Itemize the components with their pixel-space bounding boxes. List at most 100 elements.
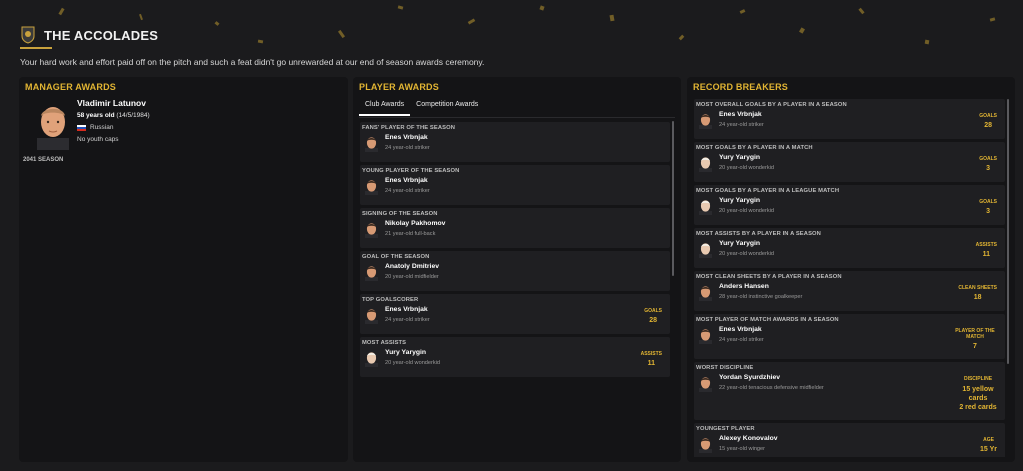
page-header: THE ACCOLADES [20, 26, 158, 44]
award-card: MOST CLEAN SHEETS BY A PLAYER IN A SEASO… [694, 271, 1005, 311]
player-description: 24 year-old striker [719, 122, 764, 128]
stat-value: 28 [984, 122, 992, 129]
stat-block: GOALS 3 [979, 199, 997, 216]
player-avatar[interactable] [698, 284, 713, 301]
tab-club-awards[interactable]: Club Awards [359, 98, 411, 116]
award-title: YOUNGEST PLAYER [696, 426, 755, 432]
tab-competition-awards[interactable]: Competition Awards [410, 98, 484, 116]
record-breakers-list: MOST OVERALL GOALS BY A PLAYER IN A SEAS… [694, 99, 1005, 457]
player-awards-title: PLAYER AWARDS [359, 82, 439, 92]
player-name[interactable]: Anders Hansen [719, 283, 802, 290]
player-description: 21 year-old full-back [385, 231, 436, 237]
award-title: SIGNING OF THE SEASON [362, 211, 438, 217]
player-name[interactable]: Enes Vrbnjak [385, 306, 430, 313]
player-avatar[interactable] [698, 375, 713, 392]
player-name[interactable]: Yury Yarygin [385, 349, 440, 356]
award-card: MOST GOALS BY A PLAYER IN A LEAGUE MATCH… [694, 185, 1005, 225]
award-card: MOST OVERALL GOALS BY A PLAYER IN A SEAS… [694, 99, 1005, 139]
player-description: 24 year-old striker [385, 145, 430, 151]
stat-value: 11 [647, 360, 655, 367]
award-title: WORST DISCIPLINE [696, 365, 754, 371]
stat-label: GOALS [979, 199, 997, 205]
record-breakers-scrollbar[interactable] [1007, 99, 1009, 364]
player-description: 24 year-old striker [385, 317, 430, 323]
manager-name[interactable]: Vladimir Latunov [77, 98, 146, 108]
tabs-divider [359, 117, 675, 118]
trophy-badge-icon [21, 26, 35, 44]
awards-tabs: Club Awards Competition Awards [359, 98, 484, 116]
player-description: 22 year-old tenacious defensive midfield… [719, 385, 824, 391]
award-card: GOAL OF THE SEASON Anatoly Dmitriev 20 yea… [360, 251, 670, 291]
player-avatar[interactable] [364, 221, 379, 238]
award-title: TOP GOALSCORER [362, 297, 419, 303]
player-name[interactable]: Enes Vrbnjak [385, 134, 430, 141]
stat-value: 3 [986, 208, 991, 215]
player-description: 20 year-old wonderkid [719, 165, 775, 171]
player-name[interactable]: Yury Yarygin [719, 154, 774, 161]
page-title: THE ACCOLADES [44, 27, 159, 43]
stat-value: 15 Yr [980, 446, 997, 453]
stat-block: CLEAN SHEETS 18 [958, 285, 997, 302]
player-awards-scrollbar[interactable] [672, 121, 674, 276]
stat-label: GOALS [979, 113, 997, 119]
stat-label: ASSISTS [975, 242, 997, 248]
award-title: GOAL OF THE SEASON [362, 254, 430, 260]
player-name[interactable]: Enes Vrbnjak [719, 326, 764, 333]
stat-block: PLAYER OF THE MATCH 7 [953, 328, 997, 351]
player-name[interactable]: Alexey Konovalov [719, 435, 778, 442]
player-avatar[interactable] [698, 327, 713, 344]
player-avatar[interactable] [364, 264, 379, 281]
player-avatar[interactable] [364, 135, 379, 152]
award-card: FANS' PLAYER OF THE SEASON Enes Vrbnjak 24… [360, 122, 670, 162]
player-avatar[interactable] [698, 155, 713, 172]
player-avatar[interactable] [698, 112, 713, 129]
award-card: TOP GOALSCORER Enes Vrbnjak 24 year-old st… [360, 294, 670, 334]
manager-portrait[interactable] [33, 98, 73, 150]
manager-caps: No youth caps [77, 136, 119, 143]
stat-value: 18 [973, 294, 982, 301]
player-avatar[interactable] [364, 350, 379, 367]
manager-nationality: Russian [77, 124, 113, 131]
player-awards-list: FANS' PLAYER OF THE SEASON Enes Vrbnjak 24… [360, 122, 670, 449]
player-description: 24 year-old striker [385, 188, 430, 194]
player-avatar[interactable] [698, 241, 713, 258]
award-title: MOST ASSISTS [362, 340, 407, 346]
award-title: YOUNG PLAYER OF THE SEASON [362, 168, 460, 174]
player-name[interactable]: Yury Yarygin [719, 240, 774, 247]
stat-block: GOALS 28 [979, 113, 997, 130]
player-name[interactable]: Anatoly Dmitriev [385, 263, 439, 270]
award-card: MOST PLAYER OF MATCH AWARDS IN A SEASON E… [694, 314, 1005, 359]
title-underline [20, 47, 52, 49]
stat-value: 28 [649, 317, 657, 324]
stat-label: CLEAN SHEETS [958, 285, 997, 291]
player-description: 15 year-old winger [719, 446, 766, 452]
player-description: 28 year-old instinctive goalkeeper [719, 294, 803, 300]
player-name[interactable]: Yordan Syurdzhiev [719, 374, 824, 381]
player-name[interactable]: Nikolay Pakhomov [385, 220, 445, 227]
stat-value: 15 yellow cards 2 red cards [959, 386, 997, 411]
player-name[interactable]: Yury Yarygin [719, 197, 774, 204]
award-title: MOST GOALS BY A PLAYER IN A LEAGUE MATCH [696, 188, 840, 194]
player-name[interactable]: Enes Vrbnjak [719, 111, 764, 118]
stat-block: ASSISTS 11 [641, 351, 662, 368]
stat-label: PLAYER OF THE MATCH [955, 328, 995, 340]
player-description: 20 year-old midfielder [385, 274, 439, 280]
stat-label: ASSISTS [640, 351, 662, 357]
award-title: MOST OVERALL GOALS BY A PLAYER IN A SEAS… [696, 102, 847, 108]
stat-label: DISCIPLINE [963, 376, 993, 382]
award-card: MOST ASSISTS Yury Yarygin 20 year-old wond… [360, 337, 670, 377]
award-card: WORST DISCIPLINE Yordan Syurdzhiev 22 year… [694, 362, 1005, 420]
player-avatar[interactable] [364, 178, 379, 195]
player-name[interactable]: Enes Vrbnjak [385, 177, 430, 184]
manager-season: 2041 SEASON [23, 157, 64, 163]
player-avatar[interactable] [698, 436, 713, 453]
stat-block: ASSISTS 11 [976, 242, 997, 259]
player-avatar[interactable] [364, 307, 379, 324]
player-avatar[interactable] [698, 198, 713, 215]
award-title: FANS' PLAYER OF THE SEASON [362, 125, 455, 131]
stat-block: DISCIPLINE 15 yellow cards 2 red cards [959, 376, 997, 412]
player-description: 20 year-old wonderkid [385, 360, 441, 366]
stat-label: GOALS [644, 308, 662, 314]
page-subtitle: Your hard work and effort paid off on th… [20, 57, 485, 67]
stat-label: GOALS [979, 156, 997, 162]
